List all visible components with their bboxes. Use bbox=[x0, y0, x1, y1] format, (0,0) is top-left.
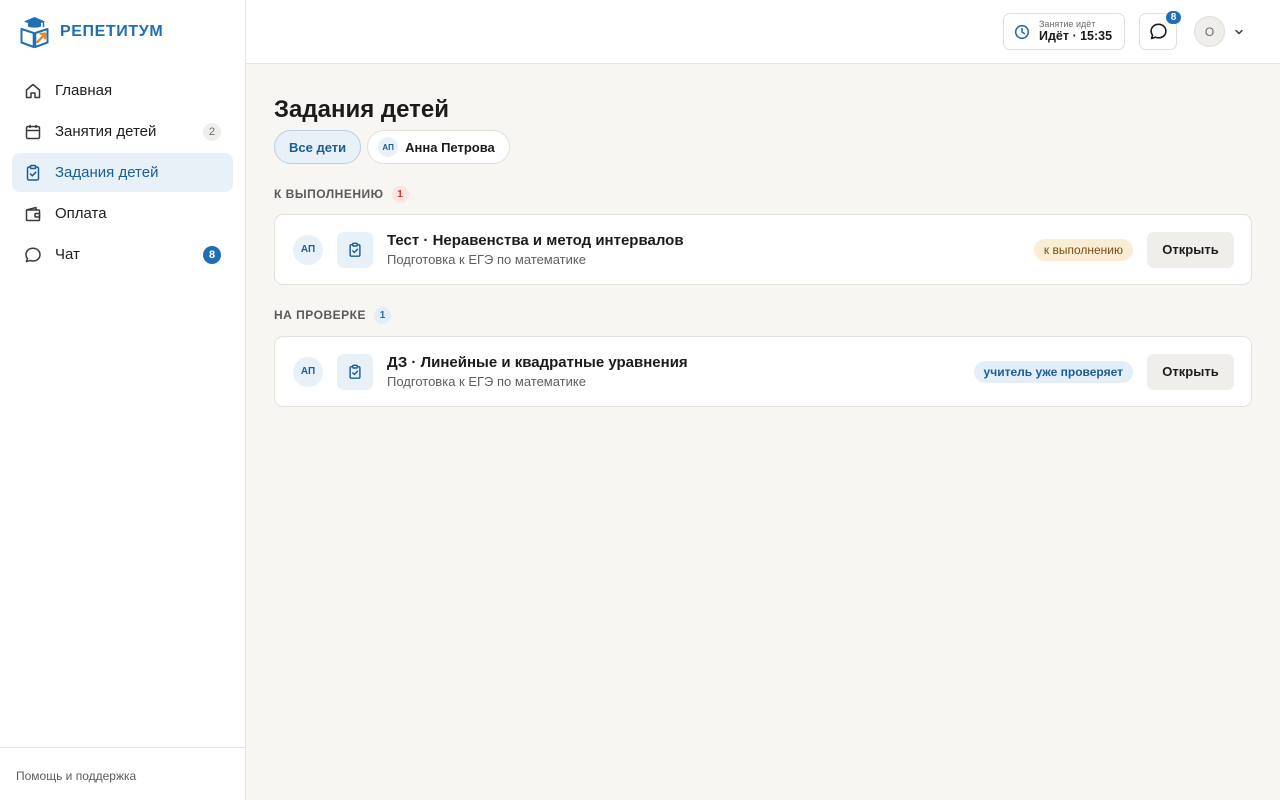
book-logo-icon bbox=[20, 17, 49, 48]
session-time: Идёт · 15:35 bbox=[1039, 29, 1113, 44]
section-title: НА ПРОВЕРКЕ bbox=[274, 308, 366, 322]
open-task-button[interactable]: Открыть bbox=[1147, 353, 1234, 390]
main-content: Задания детей Все дети АП Анна Петрова К… bbox=[274, 94, 1252, 407]
sidebar-item-payment[interactable]: Оплата bbox=[12, 194, 233, 233]
child-avatar: АП bbox=[378, 137, 399, 157]
brand-name: РЕПЕТИТУМ bbox=[60, 23, 164, 40]
filter-child-label: Анна Петрова bbox=[405, 139, 495, 155]
sidebar-item-label: Оплата bbox=[55, 205, 107, 222]
topbar: Занятие идёт Идёт · 15:35 8 О bbox=[246, 0, 1280, 64]
task-course: Подготовка к ЕГЭ по математике bbox=[387, 252, 586, 267]
wallet-icon bbox=[24, 205, 42, 223]
sidebar-item-label: Задания детей bbox=[55, 164, 159, 181]
sidebar-item-lessons[interactable]: Занятия детей 2 bbox=[12, 112, 233, 151]
sidebar: РЕПЕТИТУМ Главная Занятия детей 2 Задани… bbox=[0, 0, 246, 800]
open-task-button[interactable]: Открыть bbox=[1147, 231, 1234, 268]
filter-child[interactable]: АП Анна Петрова bbox=[367, 130, 510, 164]
sidebar-item-assignments[interactable]: Задания детей bbox=[12, 153, 233, 192]
user-menu[interactable]: О bbox=[1194, 16, 1244, 47]
status-badge: к выполнению bbox=[1033, 238, 1133, 261]
section-count-badge: 1 bbox=[391, 185, 409, 203]
session-label: Занятие идёт bbox=[1039, 18, 1096, 29]
page-title: Задания детей bbox=[274, 96, 450, 123]
task-card[interactable]: АП Тест · Неравенства и метод интервалов… bbox=[274, 214, 1252, 285]
task-course: Подготовка к ЕГЭ по математике bbox=[387, 374, 586, 389]
help-support-link[interactable]: Помощь и поддержка bbox=[0, 747, 245, 800]
sidebar-item-label: Занятия детей bbox=[55, 123, 157, 140]
clock-icon bbox=[1014, 24, 1030, 39]
filter-all-children[interactable]: Все дети bbox=[274, 130, 362, 164]
home-icon bbox=[24, 82, 42, 100]
status-badge: учитель уже проверяет bbox=[973, 360, 1133, 383]
brand-logo[interactable]: РЕПЕТИТУМ bbox=[20, 16, 163, 48]
sidebar-item-home[interactable]: Главная bbox=[12, 71, 233, 110]
task-title: Тест · Неравенства и метод интервалов bbox=[387, 232, 684, 249]
chat-count-badge: 8 bbox=[203, 245, 221, 264]
chat-button[interactable]: 8 bbox=[1139, 10, 1182, 50]
clipboard-check-icon bbox=[337, 231, 373, 268]
section-review-header: НА ПРОВЕРКЕ 1 bbox=[274, 306, 1252, 324]
task-title: ДЗ · Линейные и квадратные уравнения bbox=[387, 354, 688, 371]
clipboard-check-icon bbox=[337, 353, 373, 390]
lessons-count-badge: 2 bbox=[203, 122, 221, 141]
task-card[interactable]: АП ДЗ · Линейные и квадратные уравнения … bbox=[274, 336, 1252, 407]
calendar-icon bbox=[24, 123, 42, 141]
chevron-down-icon bbox=[1235, 29, 1243, 34]
clipboard-check-icon bbox=[24, 164, 42, 182]
chat-icon bbox=[24, 246, 42, 264]
sidebar-item-chat[interactable]: Чат 8 bbox=[12, 235, 233, 274]
sidebar-item-label: Главная bbox=[55, 82, 113, 99]
avatar: О bbox=[1194, 16, 1225, 47]
chat-icon bbox=[1149, 23, 1167, 40]
section-count-badge: 1 bbox=[373, 306, 391, 324]
chat-unread-badge: 8 bbox=[1165, 10, 1182, 25]
child-avatar: АП bbox=[293, 356, 323, 387]
child-filter: Все дети АП Анна Петрова bbox=[274, 130, 1252, 164]
section-title: К ВЫПОЛНЕНИЮ bbox=[274, 187, 384, 201]
section-todo-header: К ВЫПОЛНЕНИЮ 1 bbox=[274, 185, 1252, 203]
child-avatar: АП bbox=[293, 234, 323, 265]
sidebar-item-label: Чат bbox=[55, 246, 80, 263]
sidebar-nav: Главная Занятия детей 2 Задания детей Оп… bbox=[12, 71, 233, 276]
session-status[interactable]: Занятие идёт Идёт · 15:35 bbox=[1003, 13, 1125, 50]
